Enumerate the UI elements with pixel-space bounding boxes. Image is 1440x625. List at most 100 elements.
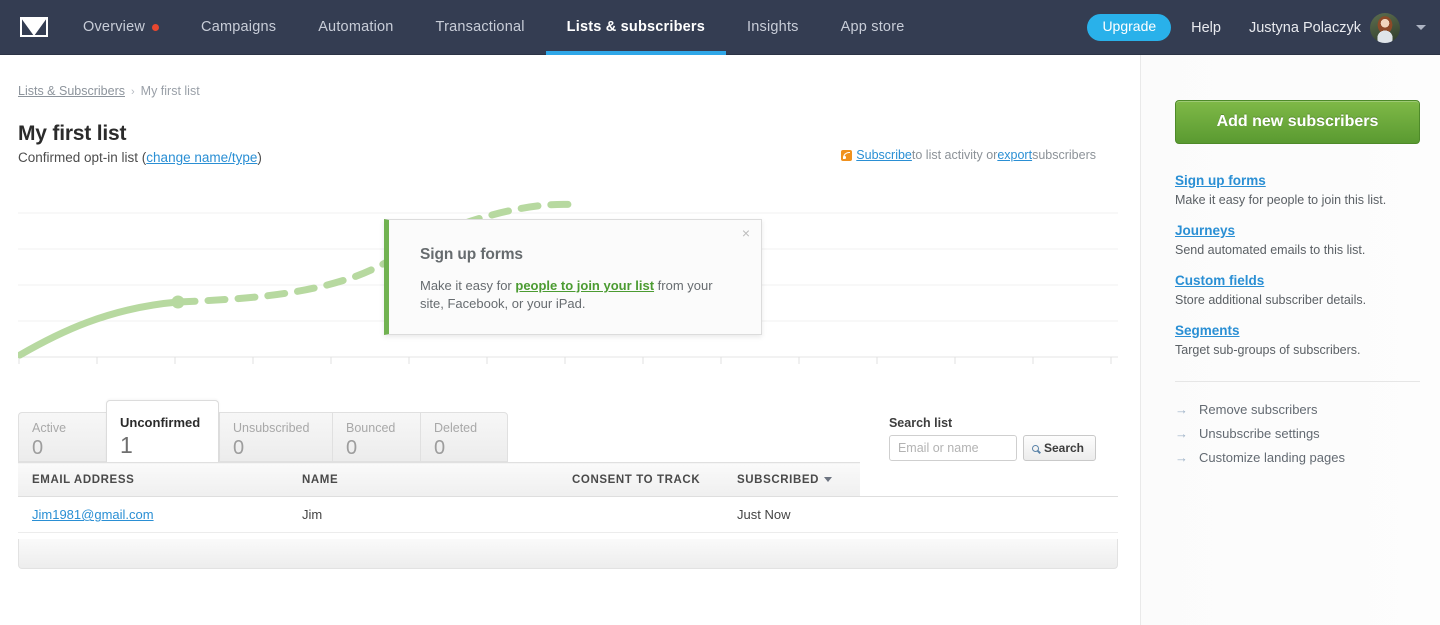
stat-tab-value: 0: [233, 437, 245, 459]
subscribers-table: EMAIL ADDRESS NAME CONSENT TO TRACK SUBS…: [18, 462, 1118, 533]
title-block: My first list Confirmed opt-in list (cha…: [18, 122, 1118, 165]
arrow-right-icon: →: [1175, 450, 1188, 465]
search-button-label: Search: [1043, 441, 1084, 455]
sidebar-link-desc: Store additional subscriber details.: [1175, 293, 1367, 307]
breadcrumb-root-link[interactable]: Lists & Subscribers: [18, 84, 125, 98]
sidebar-links: Sign up forms Make it easy for people to…: [1175, 172, 1410, 357]
export-link[interactable]: export: [997, 148, 1032, 162]
rss-mid-text: to list activity or: [911, 148, 998, 162]
sidebar-link-desc: Make it easy for people to join this lis…: [1175, 193, 1387, 207]
sidebar-link-title[interactable]: Custom fields: [1175, 273, 1264, 288]
top-navigation-bar: Overview Campaigns Automation Transactio…: [0, 0, 1440, 55]
search-button[interactable]: Search: [1022, 435, 1096, 461]
col-name[interactable]: NAME: [288, 462, 558, 497]
nav-item-insights[interactable]: Insights: [726, 0, 820, 55]
breadcrumb-separator: ›: [130, 86, 135, 98]
col-label: NAME: [302, 473, 339, 486]
notification-dot-icon: [152, 23, 160, 31]
col-subscribed[interactable]: SUBSCRIBED: [723, 462, 860, 497]
sidebar-action-remove-subscribers[interactable]: → Remove subscribers: [1175, 402, 1410, 417]
cell-spacer: [860, 496, 1118, 533]
cell-name: Jim: [288, 496, 558, 533]
nav-item-lists-subscribers[interactable]: Lists & subscribers: [545, 0, 727, 55]
breadcrumb-current: My first list: [140, 84, 200, 98]
add-new-subscribers-button[interactable]: Add new subscribers: [1175, 100, 1420, 144]
stat-tab-unconfirmed[interactable]: Unconfirmed 1: [106, 400, 219, 462]
user-name-label[interactable]: Justyna Polaczyk: [1249, 20, 1361, 36]
nav-item-list: Overview Campaigns Automation Transactio…: [62, 0, 926, 55]
sidebar-link-desc: Send automated emails to this list.: [1175, 243, 1366, 257]
popup-title: Sign up forms: [420, 246, 523, 263]
search-label: Search list: [888, 416, 953, 430]
subscriber-email-link[interactable]: Jim1981@gmail.com: [32, 507, 154, 522]
app-logo[interactable]: [6, 17, 62, 37]
sidebar-link-desc: Target sub-groups of subscribers.: [1175, 343, 1361, 357]
nav-label: Automation: [318, 19, 394, 35]
sidebar-link-sign-up-forms: Sign up forms Make it easy for people to…: [1175, 172, 1410, 207]
sort-descending-icon: [824, 476, 833, 482]
avatar[interactable]: [1370, 12, 1400, 43]
stat-tab-active[interactable]: Active 0: [18, 412, 106, 462]
stat-tab-label: Unconfirmed: [120, 415, 201, 430]
sidebar-link-segments: Segments Target sub-groups of subscriber…: [1175, 322, 1410, 357]
sidebar-actions: → Remove subscribers → Unsubscribe setti…: [1175, 402, 1410, 465]
col-consent-to-track[interactable]: CONSENT TO TRACK: [558, 462, 723, 497]
sidebar-link-custom-fields: Custom fields Store additional subscribe…: [1175, 272, 1410, 307]
nav-label: Lists & subscribers: [566, 19, 706, 35]
sidebar-action-unsubscribe-settings[interactable]: → Unsubscribe settings: [1175, 426, 1410, 441]
nav-item-overview[interactable]: Overview: [62, 0, 180, 55]
stat-tab-value: 1: [120, 432, 133, 458]
col-label: EMAIL ADDRESS: [32, 473, 135, 486]
chart-x-ticks: [18, 357, 1112, 364]
nav-right-group: Upgrade Help Justyna Polaczyk: [1087, 0, 1426, 55]
col-label: CONSENT TO TRACK: [572, 473, 701, 486]
help-link[interactable]: Help: [1191, 20, 1221, 36]
arrow-right-icon: →: [1175, 402, 1188, 417]
sidebar-link-title[interactable]: Segments: [1175, 323, 1240, 338]
table-footer-bar: [18, 539, 1118, 569]
main-content: Lists & Subscribers › My first list My fir…: [0, 55, 1140, 625]
sidebar-link-title[interactable]: Journeys: [1175, 223, 1235, 238]
nav-item-campaigns[interactable]: Campaigns: [180, 0, 297, 55]
col-label: SUBSCRIBED: [737, 473, 820, 486]
nav-item-transactional[interactable]: Transactional: [415, 0, 546, 55]
cell-consent: [558, 496, 723, 533]
subscribe-link[interactable]: Subscribe: [856, 148, 912, 162]
nav-item-automation[interactable]: Automation: [297, 0, 414, 55]
cell-email: Jim1981@gmail.com: [18, 496, 288, 533]
sidebar-action-label: Unsubscribe settings: [1199, 426, 1320, 441]
join-your-list-link[interactable]: people to join your list: [515, 278, 654, 293]
search-row: Search: [888, 435, 1096, 461]
stat-tab-value: 0: [434, 437, 446, 459]
col-email-address[interactable]: EMAIL ADDRESS: [18, 462, 288, 497]
table-body: Jim1981@gmail.com Jim Just Now: [18, 496, 1118, 533]
nav-item-app-store[interactable]: App store: [820, 0, 926, 55]
popup-body: Make it easy for people to join your lis…: [420, 277, 730, 313]
stat-tab-deleted[interactable]: Deleted 0: [420, 412, 508, 462]
upgrade-button[interactable]: Upgrade: [1087, 14, 1172, 41]
stat-tab-label: Deleted: [434, 421, 478, 435]
stat-tab-value: 0: [32, 437, 44, 459]
sidebar-link-title[interactable]: Sign up forms: [1175, 173, 1266, 188]
stat-tab-unsubscribed[interactable]: Unsubscribed 0: [219, 412, 332, 462]
close-icon[interactable]: ×: [742, 226, 750, 240]
page-body: Lists & Subscribers › My first list My fir…: [0, 55, 1440, 625]
table-header-row: EMAIL ADDRESS NAME CONSENT TO TRACK SUBS…: [18, 462, 1118, 497]
sidebar-link-journeys: Journeys Send automated emails to this l…: [1175, 222, 1410, 257]
table-row[interactable]: Jim1981@gmail.com Jim Just Now: [18, 496, 1118, 533]
stat-tab-label: Active: [32, 421, 67, 435]
stat-tab-label: Unsubscribed: [233, 421, 310, 435]
search-input[interactable]: [888, 435, 1017, 461]
main-inner: Lists & Subscribers › My first list My fir…: [0, 55, 1140, 569]
change-name-type-link[interactable]: change name/type: [146, 150, 257, 165]
subtitle-prefix: Confirmed opt-in list (: [18, 150, 147, 165]
popup-body-prefix: Make it easy for: [420, 278, 516, 293]
magnifier-icon: [1031, 444, 1039, 452]
signup-forms-popup: × Sign up forms Make it easy for people …: [384, 219, 762, 335]
chevron-down-icon[interactable]: [1416, 25, 1426, 30]
cell-subscribed: Just Now: [723, 496, 860, 533]
sidebar-action-customize-landing-pages[interactable]: → Customize landing pages: [1175, 450, 1410, 465]
stat-tab-bounced[interactable]: Bounced 0: [332, 412, 420, 462]
chart-line-solid: [18, 298, 182, 359]
nav-label: App store: [840, 19, 905, 35]
